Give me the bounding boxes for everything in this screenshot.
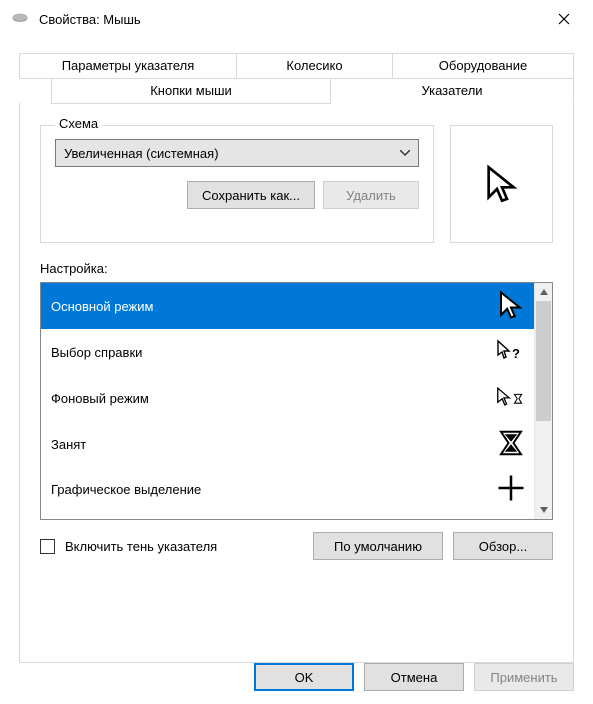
- scheme-group: Схема Увеличенная (системная) Сохранить …: [40, 125, 434, 243]
- ok-button[interactable]: OK: [254, 663, 354, 691]
- pointer-shadow-label: Включить тень указателя: [65, 539, 217, 554]
- tab-pointers[interactable]: Указатели: [331, 78, 574, 104]
- scroll-thumb[interactable]: [536, 301, 551, 421]
- close-button[interactable]: [542, 4, 586, 34]
- scroll-down-button[interactable]: [535, 501, 552, 519]
- mouse-icon: [11, 12, 29, 26]
- chevron-down-icon: [400, 147, 410, 159]
- pointer-listbox[interactable]: Основной режим Выбор справки ? Фоновый р…: [40, 282, 553, 520]
- cursor-working-icon: [496, 382, 526, 415]
- list-item[interactable]: Занят: [41, 421, 534, 467]
- delete-button: Удалить: [323, 181, 419, 209]
- list-item[interactable]: Выбор справки ?: [41, 329, 534, 375]
- listbox-scrollbar[interactable]: [534, 283, 552, 519]
- tab-strip: Параметры указателя Колесико Оборудовани…: [19, 53, 574, 104]
- save-as-button[interactable]: Сохранить как...: [187, 181, 315, 209]
- list-item[interactable]: Фоновый режим: [41, 375, 534, 421]
- customize-label: Настройка:: [40, 261, 553, 276]
- pointer-shadow-checkbox[interactable]: [40, 539, 55, 554]
- cursor-help-icon: ?: [496, 336, 526, 369]
- tab-buttons[interactable]: Кнопки мыши: [51, 78, 331, 104]
- client-area: Параметры указателя Колесико Оборудовани…: [1, 37, 592, 663]
- window-title: Свойства: Мышь: [39, 12, 542, 27]
- list-item[interactable]: Графическое выделение: [41, 467, 534, 511]
- mouse-properties-window: Свойства: Мышь Параметры указателя Колес…: [0, 0, 593, 704]
- browse-button[interactable]: Обзор...: [453, 532, 553, 560]
- tab-hardware[interactable]: Оборудование: [393, 53, 574, 79]
- pointer-list-items: Основной режим Выбор справки ? Фоновый р…: [41, 283, 534, 519]
- cursor-busy-icon: [496, 428, 526, 461]
- scheme-selected-value: Увеличенная (системная): [64, 146, 219, 161]
- scheme-dropdown[interactable]: Увеличенная (системная): [55, 139, 419, 167]
- tab-panel-pointers: Схема Увеличенная (системная) Сохранить …: [19, 103, 574, 663]
- cursor-cross-icon: [496, 473, 526, 506]
- cursor-preview: [450, 125, 553, 243]
- list-item[interactable]: Основной режим: [41, 283, 534, 329]
- svg-text:?: ?: [512, 346, 520, 361]
- tab-wheel[interactable]: Колесико: [237, 53, 393, 79]
- cursor-arrow-icon: [496, 290, 526, 323]
- scheme-legend: Схема: [55, 116, 102, 131]
- cancel-button[interactable]: Отмена: [364, 663, 464, 691]
- use-default-button[interactable]: По умолчанию: [313, 532, 443, 560]
- apply-button: Применить: [474, 663, 574, 691]
- scroll-up-button[interactable]: [535, 283, 552, 301]
- titlebar: Свойства: Мышь: [1, 1, 592, 37]
- dialog-footer: OK Отмена Применить: [254, 663, 574, 691]
- tab-pointer-options[interactable]: Параметры указателя: [19, 53, 237, 79]
